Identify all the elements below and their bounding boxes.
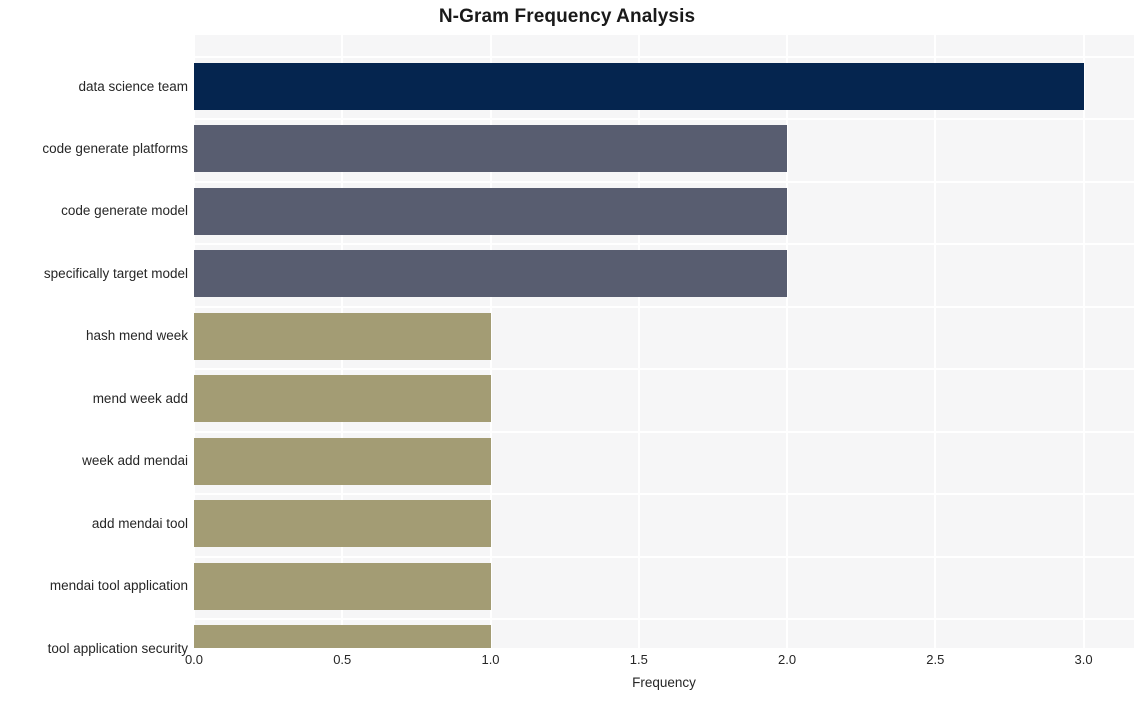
- y-axis-tick-label: week add mendai: [82, 453, 188, 469]
- x-axis-tick-label: 1.5: [629, 652, 648, 667]
- x-axis-label: Frequency: [632, 675, 696, 690]
- x-axis-tick-label: 3.0: [1074, 652, 1093, 667]
- bar: [194, 187, 788, 235]
- x-axis-tick-label: 1.0: [481, 652, 500, 667]
- bar: [194, 250, 788, 298]
- chart-title: N-Gram Frequency Analysis: [438, 6, 696, 27]
- x-axis-tick-label: 2.5: [926, 652, 945, 667]
- y-axis-tick-label: specifically target model: [43, 265, 188, 281]
- gridline-horizontal: [194, 430, 1134, 433]
- gridline-horizontal: [194, 493, 1134, 496]
- gridline-horizontal: [194, 555, 1134, 558]
- gridline-horizontal: [194, 368, 1134, 371]
- x-axis-tick-label: 2.0: [778, 652, 797, 667]
- y-axis-tick-label: data science team: [78, 78, 188, 94]
- gridline-horizontal: [194, 180, 1134, 183]
- y-axis-tick-label: mendai tool application: [49, 578, 188, 594]
- x-axis-tick-label: 0.5: [333, 652, 352, 667]
- bar: [194, 562, 491, 610]
- bar: [194, 625, 491, 648]
- gridline-horizontal: [194, 56, 1134, 58]
- plot-area: [194, 35, 1134, 648]
- bar: [194, 500, 491, 548]
- bar: [194, 437, 491, 485]
- gridline-horizontal: [194, 618, 1134, 620]
- gridline-horizontal: [194, 118, 1134, 121]
- bar: [194, 125, 788, 173]
- gridline-horizontal: [194, 305, 1134, 308]
- bar: [194, 375, 491, 423]
- y-axis-tick-label: code generate model: [61, 203, 188, 219]
- y-axis-tick-label: code generate platforms: [42, 140, 188, 156]
- gridline-horizontal: [194, 243, 1134, 246]
- ngram-frequency-chart: N-Gram Frequency Analysis data science t…: [0, 0, 1134, 701]
- x-axis-tick-label: 0.0: [184, 652, 204, 667]
- y-axis-tick-label: add mendai tool: [91, 515, 188, 531]
- y-axis-tick-label: hash mend week: [85, 328, 188, 344]
- y-axis-tick-label: mend week add: [92, 390, 188, 406]
- bar: [194, 63, 1084, 110]
- bar: [194, 312, 491, 360]
